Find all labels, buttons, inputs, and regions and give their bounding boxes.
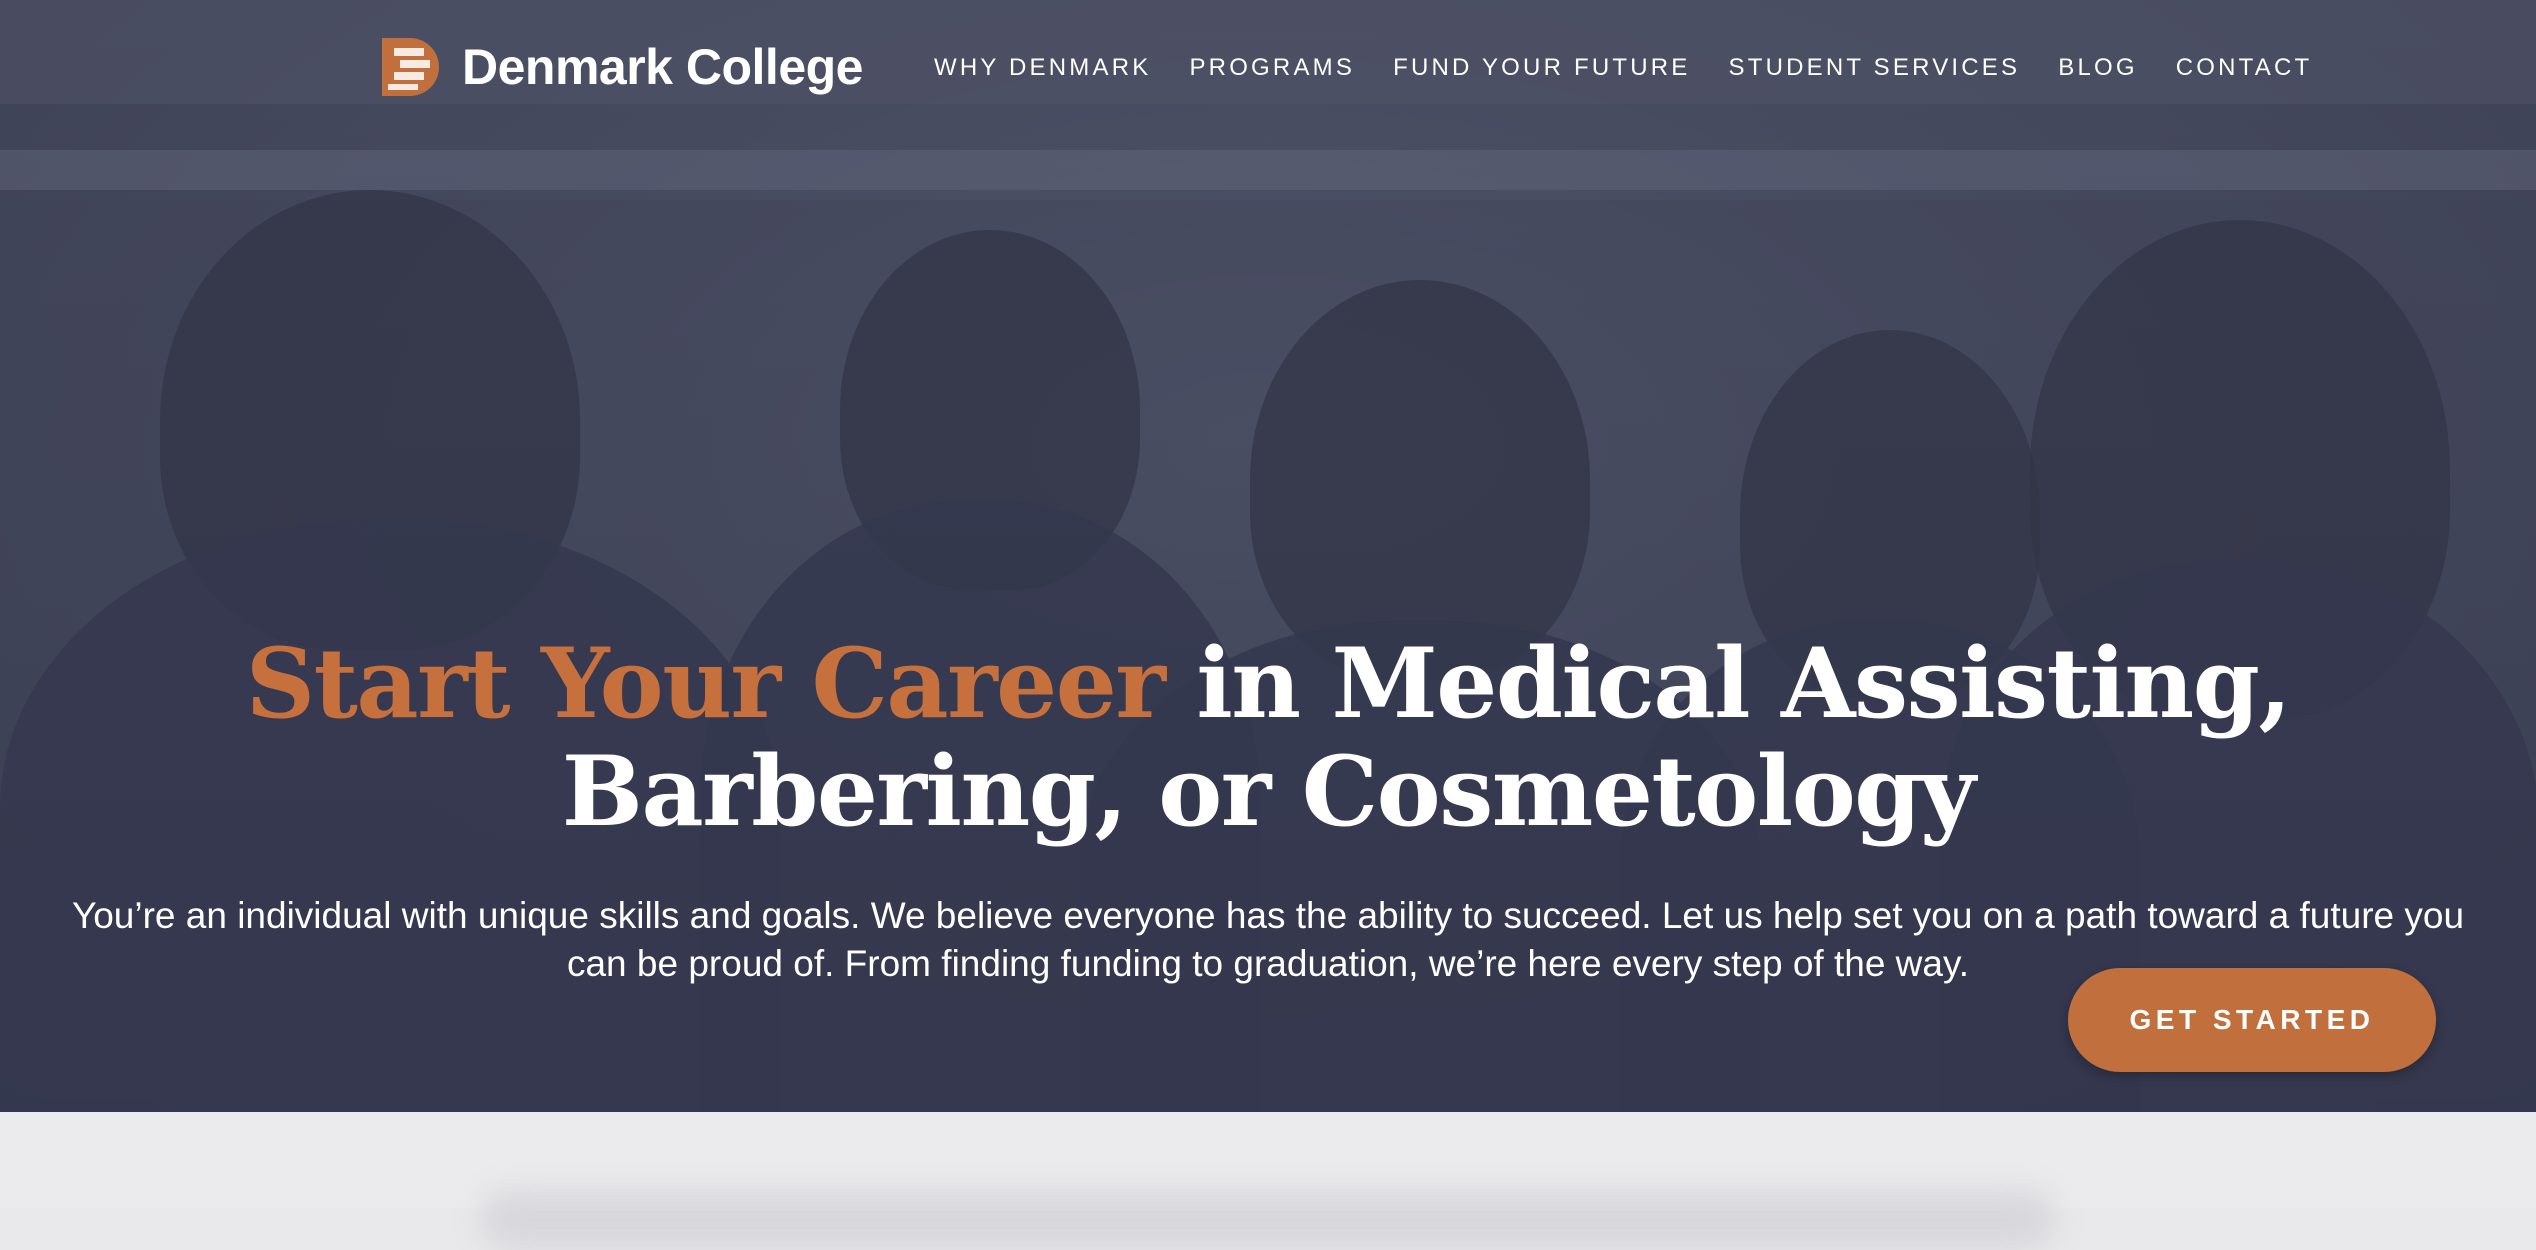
nav-item-contact[interactable]: CONTACT bbox=[2176, 54, 2313, 82]
headline-line2: Barbering, or Cosmetology bbox=[561, 735, 1976, 848]
nav-item-why-denmark[interactable]: WHY DENMARK bbox=[934, 54, 1151, 82]
logo-link[interactable]: Denmark College bbox=[380, 36, 863, 98]
content-card-shadow bbox=[480, 1190, 2056, 1250]
denmark-college-logo-icon bbox=[380, 36, 444, 98]
nav-item-blog[interactable]: BLOG bbox=[2058, 54, 2138, 82]
headline-line1-rest: in Medical Assisting, bbox=[1164, 627, 2291, 740]
headline-accent: Start Your Career bbox=[245, 627, 1166, 740]
below-fold-section bbox=[0, 1112, 2536, 1250]
brand-name: Denmark College bbox=[462, 39, 863, 95]
nav-item-fund-your-future[interactable]: FUND YOUR FUTURE bbox=[1393, 54, 1690, 82]
nav-item-programs[interactable]: PROGRAMS bbox=[1189, 54, 1355, 82]
get-started-button[interactable]: GET STARTED bbox=[2068, 968, 2436, 1072]
hero-headline: Start Your Career in Medical Assisting, … bbox=[0, 630, 2536, 846]
nav-item-student-services[interactable]: STUDENT SERVICES bbox=[1729, 54, 2021, 82]
main-nav: WHY DENMARK PROGRAMS FUND YOUR FUTURE ST… bbox=[934, 54, 2350, 82]
site-header: Denmark College WHY DENMARK PROGRAMS FUN… bbox=[0, 0, 2536, 104]
